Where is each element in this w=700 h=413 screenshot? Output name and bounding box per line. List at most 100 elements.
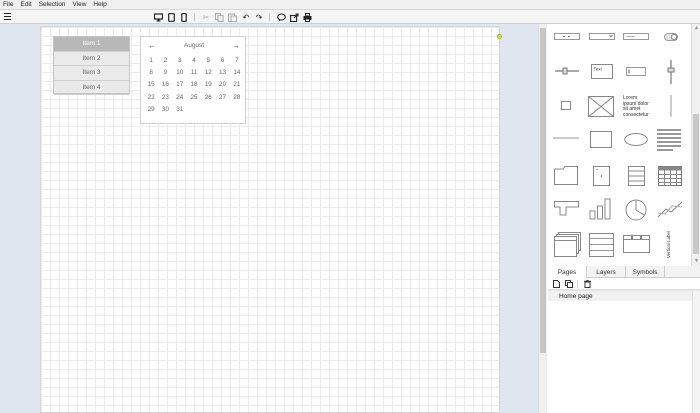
undo-icon[interactable]: ↶ <box>241 12 251 22</box>
calendar-day[interactable]: 27 <box>215 94 229 101</box>
paste-icon[interactable] <box>227 12 237 22</box>
slider-shape[interactable] <box>554 66 580 75</box>
textbox-shape[interactable] <box>623 66 649 76</box>
resize-handle[interactable] <box>497 34 502 39</box>
mobile-screen-shape[interactable] <box>592 165 610 186</box>
scrollbar-thumb[interactable] <box>540 28 546 353</box>
calendar-day[interactable]: 3 <box>173 57 187 64</box>
menu-view[interactable]: View <box>72 1 86 8</box>
redo-icon[interactable]: ↷ <box>254 12 264 22</box>
vertical-slider-shape[interactable] <box>663 59 679 85</box>
calendar-next-icon[interactable]: → <box>232 41 240 50</box>
menu-widget-item[interactable]: Item 3 <box>54 66 129 81</box>
paragraph-shape[interactable]: Lorem ipsum dolor sit amet consectetur <box>623 95 651 117</box>
vertical-label-shape[interactable]: Vertical Label <box>660 228 678 260</box>
table-shape[interactable] <box>658 165 682 186</box>
copy-icon[interactable] <box>214 12 224 22</box>
library-scrollbar[interactable]: ▲ ▼ <box>691 24 700 266</box>
calendar-day[interactable]: 16 <box>158 81 172 88</box>
add-page-icon[interactable] <box>551 279 561 289</box>
phone-icon[interactable] <box>179 12 189 22</box>
cut-icon[interactable]: ✂ <box>201 12 211 22</box>
menu-widget-item[interactable]: Item 2 <box>54 52 129 66</box>
vertical-line-shape[interactable] <box>663 94 679 118</box>
calendar-day[interactable]: 5 <box>201 57 215 64</box>
line-chart-shape[interactable] <box>656 199 684 219</box>
tab-symbols[interactable]: Symbols <box>626 266 665 278</box>
canvas-scrollbar[interactable] <box>538 24 547 413</box>
list-shape[interactable] <box>656 128 682 152</box>
tab-pages[interactable]: Pages <box>548 266 587 278</box>
library-scrollbar-thumb[interactable] <box>693 114 699 254</box>
calendar-grid: 1 2 3 4 5 6 7 8 9 10 11 12 13 14 15 16 17 18 19 20 21 22 23 24 2… <box>144 54 244 116</box>
page-item[interactable]: Home page <box>548 291 692 301</box>
calendar-day[interactable]: 29 <box>144 106 158 113</box>
pages-scrollbar[interactable] <box>692 291 700 413</box>
folder-tab-shape[interactable] <box>554 165 578 185</box>
scroll-up-icon[interactable]: ▲ <box>693 25 700 31</box>
bar-chart-shape[interactable] <box>588 197 614 220</box>
menu-widget-item[interactable]: Item 1 <box>54 37 129 52</box>
calendar-day[interactable]: 19 <box>201 81 215 88</box>
checkbox-shape[interactable] <box>560 100 572 110</box>
calendar-day[interactable]: 4 <box>187 57 201 64</box>
calendar-day[interactable]: 23 <box>158 94 172 101</box>
text-field-shape[interactable]: Text <box>589 63 615 79</box>
calendar-day[interactable]: 7 <box>230 57 244 64</box>
menu-selection[interactable]: Selection <box>39 1 66 8</box>
menu-edit[interactable]: Edit <box>20 1 31 8</box>
calendar-day[interactable]: 20 <box>215 81 229 88</box>
tablet-icon[interactable] <box>166 12 176 22</box>
calendar-day[interactable]: 1 <box>144 57 158 64</box>
menu-widget-item[interactable]: Item 4 <box>54 81 129 95</box>
menu-icon[interactable] <box>4 13 11 21</box>
duplicate-page-icon[interactable] <box>564 279 574 289</box>
date-picker-shape[interactable] <box>554 32 580 40</box>
menu-help[interactable]: Help <box>93 1 106 8</box>
calendar-day[interactable]: 31 <box>173 106 187 113</box>
calendar-day[interactable]: 26 <box>201 94 215 101</box>
print-icon[interactable] <box>302 12 312 22</box>
calendar-widget[interactable]: ← August → 1 2 3 4 5 6 7 8 9 10 11 12 13 14 15 16 17 18 19… <box>140 36 246 124</box>
calendar-day[interactable]: 2 <box>158 57 172 64</box>
toggle-switch-shape[interactable] <box>663 32 679 41</box>
text-input-shape[interactable] <box>623 32 649 40</box>
calendar-day[interactable]: 9 <box>158 69 172 76</box>
export-icon[interactable] <box>289 12 299 22</box>
dropdown-shape[interactable] <box>589 32 615 40</box>
calendar-day[interactable]: 15 <box>144 81 158 88</box>
ellipse-shape[interactable] <box>623 132 649 146</box>
calendar-day[interactable]: 21 <box>230 81 244 88</box>
pages-toolbar <box>548 278 700 290</box>
tooltip-shape[interactable] <box>553 200 579 218</box>
rectangle-shape[interactable] <box>589 130 613 148</box>
desktop-icon[interactable] <box>153 12 163 22</box>
data-grid-shape[interactable] <box>588 232 614 257</box>
calendar-day[interactable]: 25 <box>187 94 201 101</box>
calendar-day[interactable]: 10 <box>173 69 187 76</box>
calendar-day[interactable]: 6 <box>215 57 229 64</box>
delete-page-icon[interactable] <box>582 279 592 289</box>
vertical-menu-widget[interactable]: Item 1 Item 2 Item 3 Item 4 <box>53 36 130 95</box>
calendar-day[interactable]: 13 <box>215 69 229 76</box>
tabs-shape[interactable] <box>622 234 650 254</box>
horizontal-line-shape[interactable] <box>552 134 580 142</box>
calendar-day[interactable]: 11 <box>187 69 201 76</box>
scroll-down-icon[interactable]: ▼ <box>693 258 700 264</box>
calendar-day[interactable]: 24 <box>173 94 187 101</box>
calendar-day[interactable]: 22 <box>144 94 158 101</box>
tab-layers[interactable]: Layers <box>587 266 626 278</box>
calendar-day[interactable]: 18 <box>187 81 201 88</box>
window-stack-shape[interactable] <box>553 231 581 257</box>
image-placeholder-shape[interactable] <box>588 95 614 117</box>
calendar-day[interactable]: 8 <box>144 69 158 76</box>
calendar-day[interactable]: 12 <box>201 69 215 76</box>
calendar-day[interactable]: 30 <box>158 106 172 113</box>
form-shape[interactable] <box>627 165 645 186</box>
calendar-day[interactable]: 14 <box>230 69 244 76</box>
calendar-day[interactable]: 28 <box>230 94 244 101</box>
menu-file[interactable]: File <box>3 1 13 8</box>
calendar-day[interactable]: 17 <box>173 81 187 88</box>
pie-chart-shape[interactable] <box>624 198 648 221</box>
comment-icon[interactable] <box>276 12 286 22</box>
